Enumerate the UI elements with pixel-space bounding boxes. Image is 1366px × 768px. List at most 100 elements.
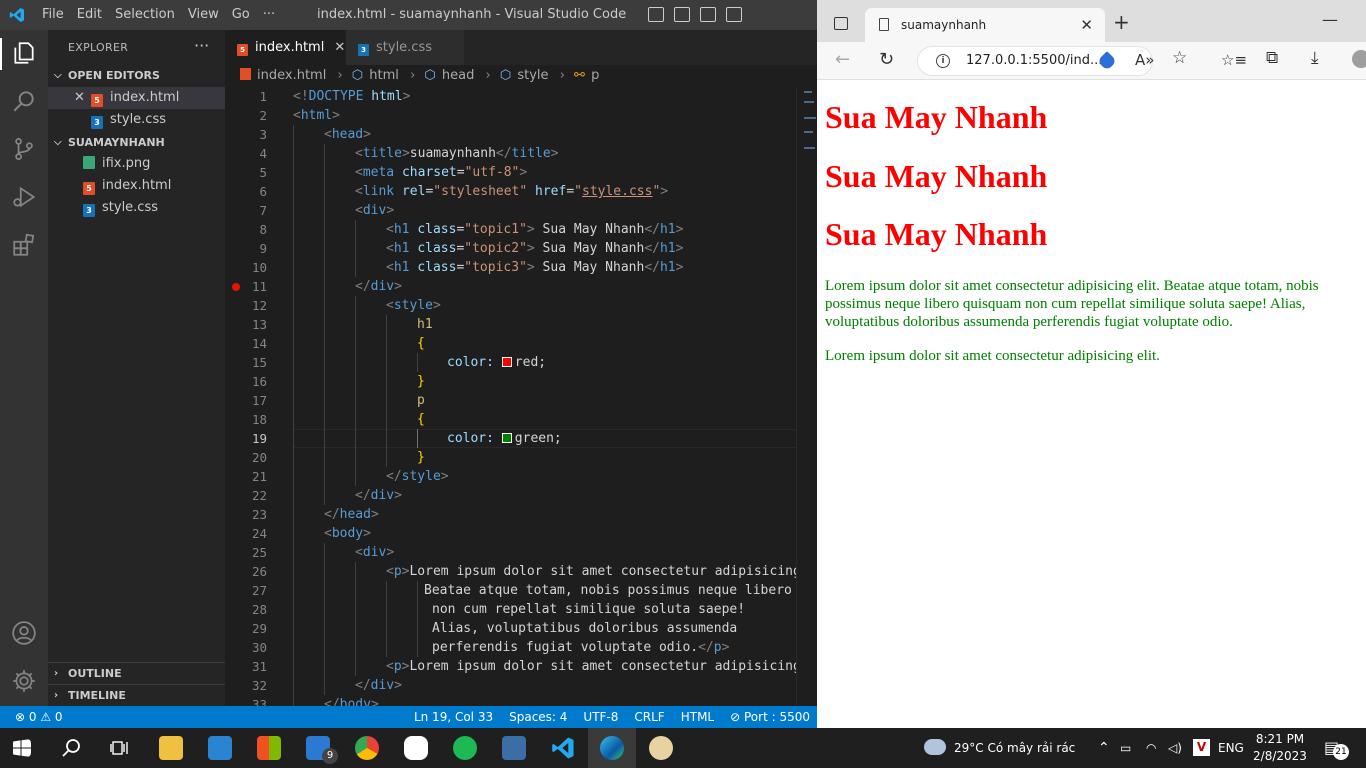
battery-icon[interactable]: ▭ (1120, 728, 1131, 768)
toggle-secondary-sidebar-icon[interactable] (700, 7, 716, 22)
line-number: 9 (259, 241, 267, 256)
minimap[interactable] (796, 87, 817, 706)
chrome-icon[interactable] (355, 736, 379, 760)
site-info-icon[interactable]: i (936, 54, 950, 68)
accounts-icon[interactable] (11, 620, 37, 646)
new-tab-button[interactable]: + (1113, 10, 1130, 34)
close-icon[interactable]: ✕ (74, 87, 85, 109)
vscode-icon[interactable] (551, 736, 575, 760)
read-aloud-icon[interactable]: A» (1135, 51, 1154, 69)
explorer-more-button[interactable]: ··· (194, 36, 209, 55)
open-editor-item-style-css[interactable]: 3 style.css (48, 109, 225, 131)
downloads-icon[interactable]: ⤓ (1311, 48, 1319, 68)
code-line: 30 perferendis fugiat voluptate odio.</p> (225, 638, 796, 657)
taskbar: 9 29°C Có mây rải rác ⌃ ▭ ◠ ◁) V ENG 8:2… (0, 728, 1366, 768)
breadcrumb-item[interactable]: head (442, 68, 474, 83)
toggle-panel-icon[interactable] (674, 7, 690, 22)
code-editor[interactable]: 1 <!DOCTYPE html> 2 <html> 3 <head> 4 <title… (225, 87, 796, 706)
breadcrumb: index.html › ⬡ html › ⬡ head › ⬡ style ›… (225, 65, 817, 87)
live-server-port[interactable]: ⊘ Port : 5500 (730, 706, 810, 728)
language-mode[interactable]: HTML (681, 706, 714, 728)
color-swatch-green[interactable] (501, 433, 512, 443)
back-button[interactable]: ← (835, 49, 850, 70)
favorites-icon[interactable]: ☆≡ (1221, 51, 1247, 69)
start-icon[interactable] (13, 739, 31, 757)
close-icon[interactable]: ✕ (334, 40, 345, 55)
clock[interactable]: 8:21 PM 2/8/2023 (1250, 731, 1310, 765)
menu-go[interactable]: Go (232, 7, 250, 22)
symbol-icon: ⬡ (424, 68, 436, 83)
line-ending[interactable]: CRLF (634, 706, 664, 728)
chevron-right-icon: › (54, 690, 59, 701)
browser-tab[interactable]: suamaynhanh ✕ (865, 8, 1105, 42)
tab-style-css[interactable]: 3 style.css (346, 30, 464, 65)
input-language[interactable]: ENG (1218, 728, 1244, 768)
indentation[interactable]: Spaces: 4 (509, 706, 567, 728)
menu-edit[interactable]: Edit (77, 7, 102, 22)
breadcrumb-item[interactable]: style (517, 68, 548, 83)
menu-more[interactable]: ··· (263, 7, 275, 22)
profile-avatar[interactable] (1352, 50, 1366, 68)
encoding[interactable]: UTF-8 (583, 706, 618, 728)
show-hidden-icons-icon[interactable]: ⌃ (1098, 728, 1110, 768)
search-icon[interactable] (62, 738, 82, 758)
css-file-icon: 3 (83, 204, 95, 217)
outline-section[interactable]: › OUTLINE (48, 663, 225, 685)
task-view-icon[interactable] (109, 738, 129, 758)
address-bar[interactable]: i 127.0.0.1:5500/ind... (917, 46, 1153, 76)
mail-icon[interactable]: 9 (306, 736, 338, 764)
source-control-icon[interactable] (11, 136, 37, 162)
zalo-icon[interactable] (404, 736, 428, 760)
customize-layout-icon[interactable] (726, 7, 742, 22)
search-icon[interactable] (11, 88, 37, 114)
volume-icon[interactable]: ◁) (1168, 728, 1182, 768)
activity-bar (0, 30, 48, 706)
line-number: 11 (251, 279, 267, 294)
photos-icon[interactable] (208, 736, 232, 760)
file-explorer-icon[interactable] (159, 736, 183, 760)
file-item-index-html[interactable]: 5 index.html (48, 175, 225, 197)
timeline-section[interactable]: › TIMELINE (48, 685, 225, 707)
edge-icon[interactable] (600, 736, 624, 760)
color-swatch-red[interactable] (501, 357, 512, 367)
cursor-position[interactable]: Ln 19, Col 33 (414, 706, 493, 728)
code-line: 1 <!DOCTYPE html> (225, 87, 796, 106)
toggle-sidebar-icon[interactable] (648, 7, 664, 22)
breadcrumb-item[interactable]: p (591, 68, 599, 83)
collections-icon[interactable]: ⧉ (1266, 48, 1278, 68)
breadcrumb-item[interactable]: index.html (257, 68, 326, 83)
paragraph-2: Lorem ipsum dolor sit amet consectetur a… (825, 348, 1160, 364)
store-icon[interactable] (257, 736, 281, 760)
line-number: 18 (251, 412, 267, 427)
vivaldi-tray-icon[interactable]: V (1193, 739, 1210, 756)
spotify-icon[interactable] (453, 736, 477, 760)
add-favorite-icon[interactable]: ☆ (1172, 48, 1187, 68)
code-line: 3 <head> (225, 125, 796, 144)
folder-label: SUAMAYNHANH (68, 136, 165, 149)
tab-actions-icon[interactable] (834, 17, 848, 30)
folder-section[interactable]: ⌵ SUAMAYNHANH (48, 132, 225, 154)
explorer-icon[interactable] (11, 40, 37, 66)
open-editors-section[interactable]: ⌵ OPEN EDITORS (48, 65, 225, 87)
breadcrumb-item[interactable]: html (369, 68, 399, 83)
menu-selection[interactable]: Selection (115, 7, 175, 22)
tab-index-html[interactable]: 5 index.html ✕ (225, 30, 346, 65)
refresh-button[interactable]: ↻ (879, 49, 894, 70)
settings-gear-icon[interactable] (11, 668, 37, 694)
extensions-icon[interactable] (11, 232, 37, 258)
file-item-style-css[interactable]: 3 style.css (48, 197, 225, 219)
menu-file[interactable]: File (42, 7, 64, 22)
paint-icon[interactable] (649, 736, 673, 760)
weather-widget[interactable]: 29°C Có mây rải rác (924, 728, 1075, 768)
problems-indicator[interactable]: ⊗ 0 ⚠ 0 (15, 706, 63, 728)
close-tab-icon[interactable]: ✕ (1080, 8, 1093, 42)
line-number: 23 (251, 507, 267, 522)
run-debug-icon[interactable] (11, 184, 37, 210)
wifi-icon[interactable]: ◠ (1146, 728, 1156, 768)
file-item-ifix-png[interactable]: ifix.png (48, 153, 225, 175)
minimize-button[interactable]: — (1322, 10, 1338, 29)
open-editor-item-index-html[interactable]: ✕ 5 index.html (48, 87, 225, 109)
line-number: 4 (259, 146, 267, 161)
sql-icon[interactable] (502, 736, 526, 760)
menu-view[interactable]: View (188, 7, 219, 22)
